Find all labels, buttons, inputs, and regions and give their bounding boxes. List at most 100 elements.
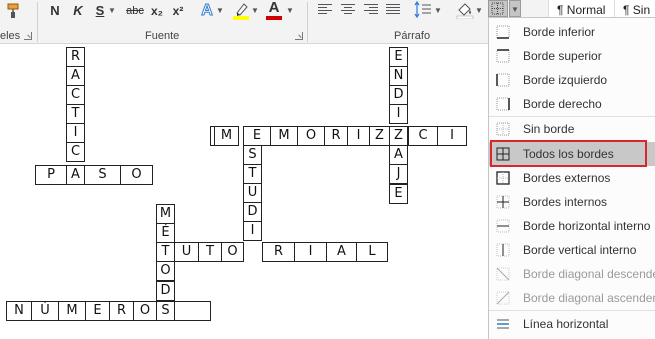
strikethrough-button[interactable]: abc <box>125 0 145 22</box>
crossword-cell: T <box>66 104 85 124</box>
crossword-cell: A <box>326 242 357 262</box>
menu-item-label: Línea horizontal <box>523 317 609 331</box>
bold-button[interactable]: N <box>47 0 63 22</box>
crossword-cell: A <box>66 165 85 185</box>
crossword-cell: D <box>243 202 262 222</box>
menu-item-sin-borde[interactable]: Sin borde <box>489 117 655 141</box>
menu-item-label: Bordes externos <box>523 171 611 185</box>
group-separator <box>307 2 308 42</box>
crossword-cell: N <box>6 301 32 321</box>
shading-icon[interactable] <box>456 1 474 20</box>
highlight-dropdown-arrow[interactable]: ▼ <box>251 0 259 22</box>
crossword-cell: D <box>389 85 408 105</box>
menu-item-borde-superior[interactable]: Borde superior <box>489 44 655 68</box>
border-left-icon <box>496 73 510 87</box>
menu-separator <box>489 310 655 311</box>
menu-item-label: Borde izquierdo <box>523 73 608 87</box>
crossword-cell: E <box>85 301 110 321</box>
font-group-label: Fuente <box>145 30 180 42</box>
italic-button[interactable]: K <box>70 0 86 22</box>
menu-item-label: Borde inferior <box>523 25 596 39</box>
crossword-cell: Z <box>369 126 390 146</box>
clipboard-group-label: eles <box>0 30 21 42</box>
menu-item-linea-horizontal[interactable]: Línea horizontal <box>489 312 655 336</box>
format-painter-icon[interactable] <box>6 3 22 19</box>
align-right-icon[interactable] <box>364 3 378 15</box>
align-center-icon[interactable] <box>341 3 355 15</box>
crossword-cell: R <box>262 242 295 262</box>
crossword-cell: T <box>198 242 222 262</box>
subscript-button[interactable]: x₂ <box>149 0 165 22</box>
font-color-dropdown-arrow[interactable]: ▼ <box>286 0 294 22</box>
crossword-cell: J <box>389 164 408 184</box>
inside-vertical-border-icon <box>496 243 510 257</box>
crossword-cell: T <box>156 242 175 262</box>
underline-button[interactable]: S <box>94 0 106 22</box>
font-color-letter: A <box>268 0 280 16</box>
crossword-cell: E <box>389 47 408 67</box>
crossword-cell: Ú <box>31 301 59 321</box>
menu-item-label: Borde vertical interno <box>523 243 637 257</box>
font-color-swatch <box>266 16 282 20</box>
crossword-cell: O <box>297 126 325 146</box>
menu-item-bordes-externos[interactable]: Bordes externos <box>489 166 655 190</box>
border-top-icon <box>496 49 510 63</box>
line-spacing-icon[interactable] <box>414 0 432 19</box>
border-right-icon <box>496 97 510 111</box>
crossword-cell: U <box>243 183 262 203</box>
crossword-cell: P <box>35 165 67 185</box>
crossword-cell: Z <box>389 126 408 146</box>
crossword-cell: M <box>58 301 86 321</box>
crossword-cell: É <box>156 223 175 243</box>
font-color-button[interactable]: A <box>266 0 282 20</box>
border-bottom-icon <box>496 25 510 39</box>
underline-dropdown-arrow[interactable]: ▼ <box>108 0 116 22</box>
text-effects-button[interactable]: A <box>200 0 214 22</box>
crossword-cell: A <box>389 145 408 165</box>
crossword-cell: S <box>84 165 121 185</box>
highlight-color-button[interactable] <box>233 2 249 20</box>
highlighter-icon <box>233 3 249 20</box>
menu-item-borde-izquierdo[interactable]: Borde izquierdo <box>489 68 655 92</box>
outside-borders-icon <box>496 171 510 185</box>
crossword-cell: M <box>270 126 298 146</box>
menu-item-label: Bordes internos <box>523 195 608 209</box>
justify-icon[interactable] <box>386 3 400 15</box>
crossword-cell: R <box>66 47 85 67</box>
crossword-cell: I <box>437 126 467 146</box>
crossword-cell: O <box>120 165 153 185</box>
superscript-button[interactable]: x² <box>170 0 186 22</box>
crossword-cell: M <box>156 204 175 224</box>
menu-item-borde-derecho[interactable]: Borde derecho <box>489 92 655 116</box>
crossword-cell: M <box>214 126 239 146</box>
shading-dropdown-arrow[interactable]: ▼ <box>475 0 483 22</box>
menu-item-borde-inferior[interactable]: Borde inferior <box>489 20 655 44</box>
inside-borders-icon <box>496 195 510 209</box>
crossword-cell: R <box>109 301 134 321</box>
text-effects-dropdown-arrow[interactable]: ▼ <box>216 0 224 22</box>
selection-highlight-box <box>490 140 647 167</box>
no-border-icon <box>496 122 510 136</box>
diagonal-up-border-icon <box>496 291 510 305</box>
borders-dropdown-menu: Borde inferior Borde superior Borde izqu… <box>488 17 655 339</box>
horizontal-line-icon <box>497 319 509 329</box>
crossword-cell: O <box>221 242 244 262</box>
font-dialog-launcher[interactable] <box>295 32 303 40</box>
menu-item-borde-horizontal-interno[interactable]: Borde horizontal interno <box>489 214 655 238</box>
clipboard-dialog-launcher[interactable] <box>24 32 32 40</box>
menu-item-label: Borde superior <box>523 49 602 63</box>
paragraph-group-label: Párrafo <box>394 30 431 42</box>
menu-item-label: Borde horizontal interno <box>523 219 651 233</box>
line-spacing-dropdown-arrow[interactable]: ▼ <box>434 0 442 22</box>
crossword-cell: R <box>324 126 348 146</box>
crossword-cell: S <box>156 301 175 321</box>
crossword-cell: O <box>156 261 175 281</box>
crossword-cell: I <box>294 242 327 262</box>
borders-button[interactable] <box>488 0 508 17</box>
menu-item-borde-vertical-interno[interactable]: Borde vertical interno <box>489 238 655 262</box>
borders-dropdown-arrow[interactable]: ▼ <box>509 0 521 17</box>
align-left-icon[interactable] <box>318 3 332 15</box>
menu-item-bordes-internos[interactable]: Bordes internos <box>489 190 655 214</box>
crossword-cell: C <box>408 126 438 146</box>
crossword-puzzle: R A C T I C A P S O M E M O R I Z C I E … <box>0 44 490 339</box>
